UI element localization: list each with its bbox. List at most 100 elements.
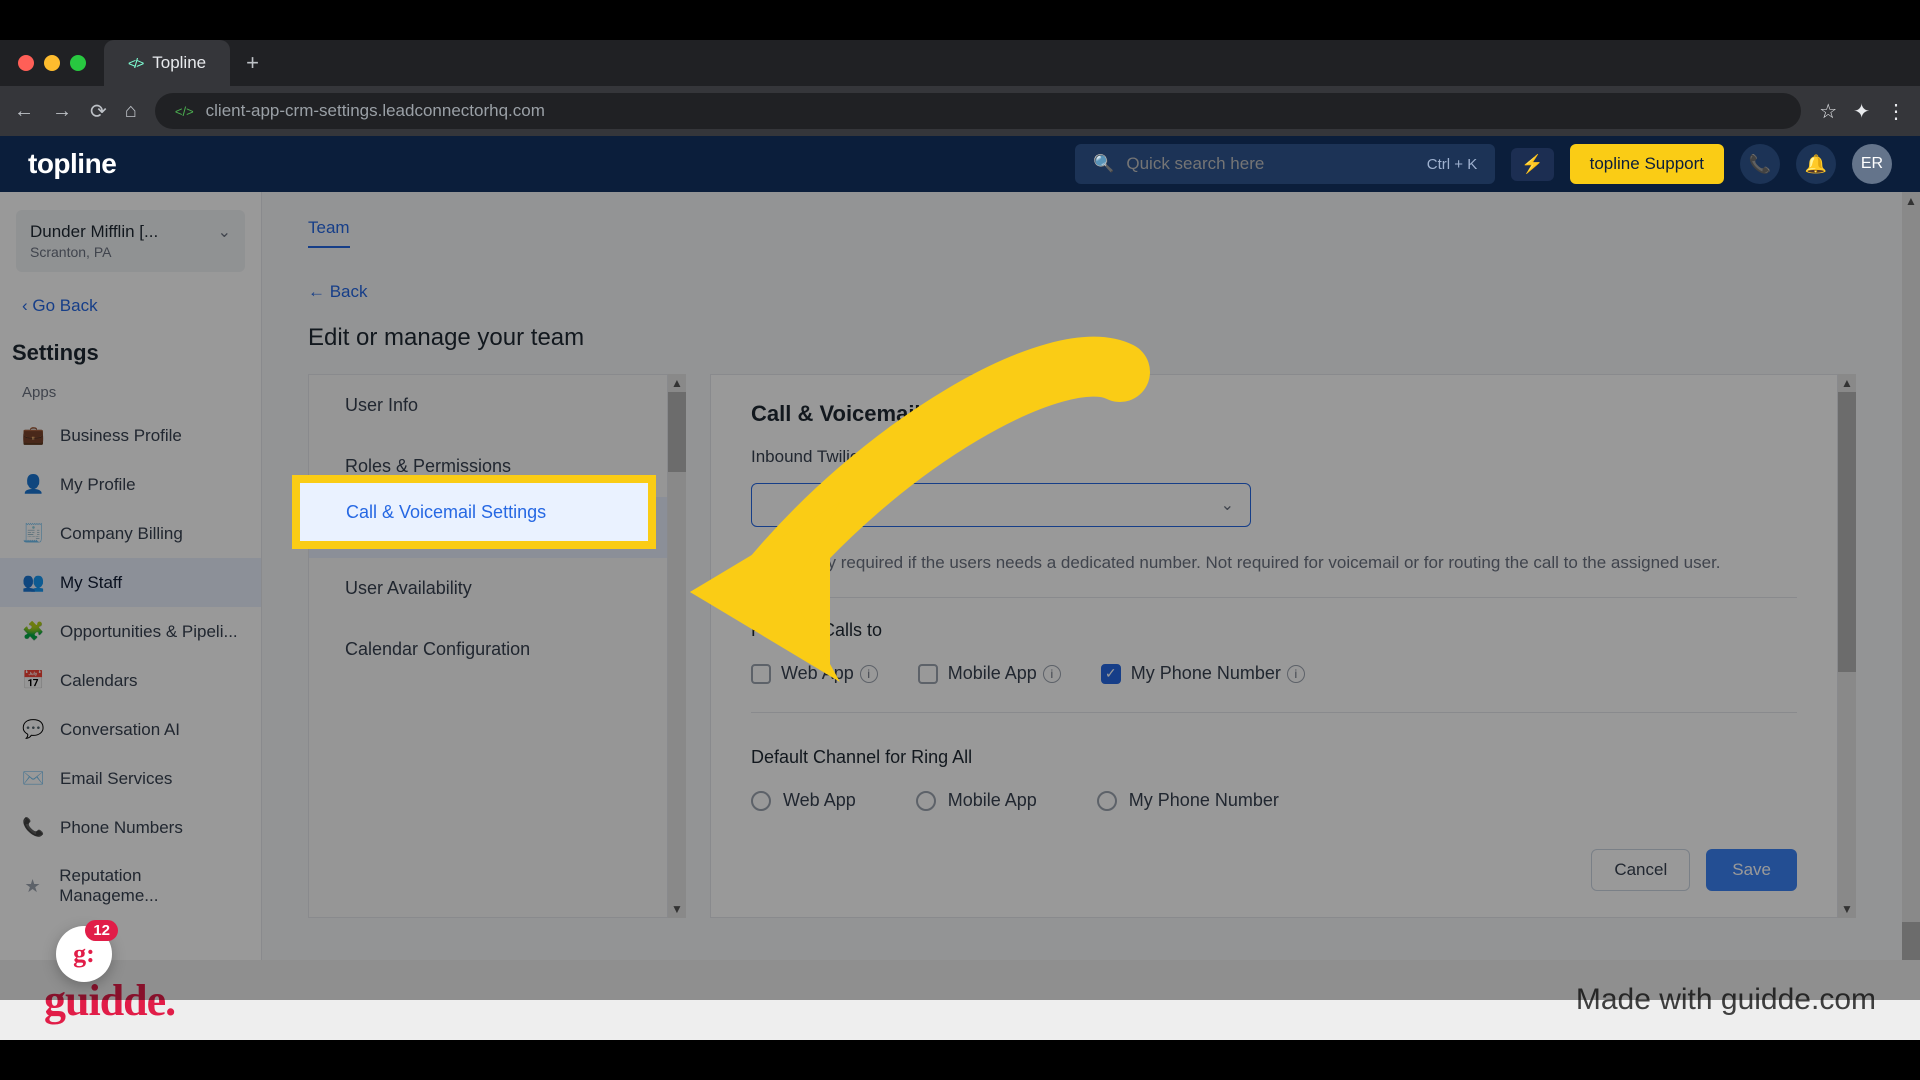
window-controls[interactable]	[0, 55, 104, 71]
info-icon[interactable]: i	[1287, 665, 1305, 683]
phone-icon[interactable]: 📞	[1740, 144, 1780, 184]
org-location: Scranton, PA	[30, 244, 231, 260]
mail-icon: ✉️	[22, 768, 44, 789]
sidebar-item-business-profile[interactable]: 💼Business Profile	[0, 411, 261, 460]
back-link[interactable]: ← Back	[308, 282, 368, 302]
reload-icon[interactable]: ⟳	[90, 99, 107, 124]
radio-icon[interactable]	[916, 791, 936, 811]
info-icon[interactable]: i	[1043, 665, 1061, 683]
default-channel-label: Default Channel for Ring All	[751, 747, 1797, 768]
footer-brand: guidde.	[44, 975, 175, 1026]
chevron-down-icon: ⌄	[1221, 495, 1234, 515]
star-icon[interactable]: ☆	[1819, 99, 1837, 124]
highlight-label: Call & Voicemail Settings	[300, 483, 648, 541]
forward-options: Web Appi Mobile Appi ✓My Phone Numberi	[751, 663, 1797, 713]
sidebar-group-label: Apps	[0, 378, 261, 411]
workspace: ⌄ Dunder Mifflin [... Scranton, PA ‹ Go …	[0, 192, 1920, 1000]
forward-webapp[interactable]: Web Appi	[751, 663, 878, 684]
checkbox-icon[interactable]	[751, 664, 771, 684]
tab-team[interactable]: Team	[308, 218, 350, 248]
new-tab-button[interactable]: +	[246, 50, 259, 76]
url-text: client-app-crm-settings.leadconnectorhq.…	[206, 101, 545, 121]
home-icon[interactable]: ⌂	[125, 100, 137, 123]
support-button[interactable]: topline Support	[1570, 144, 1724, 184]
default-channel-options: Web App Mobile App My Phone Number	[751, 790, 1797, 811]
users-icon: 👥	[22, 572, 44, 593]
pipeline-icon: 🧩	[22, 621, 44, 642]
search-input[interactable]	[1126, 154, 1414, 174]
settings-subnav: User Info Roles & Permissions Call & Voi…	[308, 374, 668, 918]
radio-icon[interactable]	[751, 791, 771, 811]
checkbox-checked-icon[interactable]: ✓	[1101, 664, 1121, 684]
global-search[interactable]: 🔍 Ctrl + K	[1075, 144, 1495, 184]
org-switcher[interactable]: ⌄ Dunder Mifflin [... Scranton, PA	[16, 210, 245, 272]
tutorial-highlight: Call & Voicemail Settings	[292, 475, 656, 549]
nav-forward-icon[interactable]: →	[52, 100, 72, 123]
shortcut-hint: Ctrl + K	[1427, 156, 1477, 173]
bell-icon[interactable]: 🔔	[1796, 144, 1836, 184]
nav-back-icon[interactable]: ←	[14, 100, 34, 123]
subnav-scrollbar[interactable]: ▲ ▼	[668, 374, 686, 918]
avatar: ER	[1852, 144, 1892, 184]
default-mobileapp[interactable]: Mobile App	[916, 790, 1037, 811]
sidebar-item-email-services[interactable]: ✉️Email Services	[0, 754, 261, 803]
browser-toolbar: ← → ⟳ ⌂ </> client-app-crm-settings.lead…	[0, 86, 1920, 136]
twilio-number-select[interactable]: ⌄	[751, 483, 1251, 527]
save-button[interactable]: Save	[1706, 849, 1797, 891]
chevron-down-icon: ⌄	[218, 222, 231, 242]
receipt-icon: 🧾	[22, 523, 44, 544]
maximize-window-icon[interactable]	[70, 55, 86, 71]
lock-icon: </>	[175, 104, 194, 119]
subnav-calendar-config[interactable]: Calendar Configuration	[309, 619, 667, 680]
sidebar-item-my-staff[interactable]: 👥My Staff	[0, 558, 261, 607]
checkbox-icon[interactable]	[918, 664, 938, 684]
sidebar-item-opportunities[interactable]: 🧩Opportunities & Pipeli...	[0, 607, 261, 656]
sidebar-section-title: Settings	[0, 330, 261, 378]
sidebar-item-calendars[interactable]: 📅Calendars	[0, 656, 261, 705]
search-icon: 🔍	[1093, 154, 1114, 174]
sidebar-item-reputation[interactable]: ★Reputation Manageme...	[0, 852, 261, 920]
panel-scrollbar[interactable]: ▲ ▼	[1838, 374, 1856, 918]
sidebar-item-company-billing[interactable]: 🧾Company Billing	[0, 509, 261, 558]
chat-icon: 💬	[22, 719, 44, 740]
sidebar-item-conversation-ai[interactable]: 💬Conversation AI	[0, 705, 261, 754]
extensions-icon[interactable]: ✦	[1853, 99, 1870, 124]
main-content: Team ← Back Edit or manage your team Use…	[262, 192, 1902, 1000]
subnav-user-availability[interactable]: User Availability	[309, 558, 667, 619]
radio-icon[interactable]	[1097, 791, 1117, 811]
subnav-user-info[interactable]: User Info	[309, 375, 667, 436]
minimize-window-icon[interactable]	[44, 55, 60, 71]
browser-tabstrip: </> Topline +	[0, 40, 1920, 86]
forward-mobileapp[interactable]: Mobile Appi	[918, 663, 1061, 684]
scroll-down-icon[interactable]: ▼	[668, 900, 686, 918]
sidebar-item-phone-numbers[interactable]: 📞Phone Numbers	[0, 803, 261, 852]
info-icon[interactable]: i	[860, 665, 878, 683]
forward-myphone[interactable]: ✓My Phone Numberi	[1101, 663, 1305, 684]
star-outline-icon: ★	[22, 876, 43, 897]
cancel-button[interactable]: Cancel	[1591, 849, 1690, 891]
notification-badge: 12	[85, 920, 118, 941]
user-icon: 👤	[22, 474, 44, 495]
browser-tab[interactable]: </> Topline	[104, 40, 230, 86]
scroll-up-icon[interactable]: ▲	[1838, 374, 1856, 392]
address-bar[interactable]: </> client-app-crm-settings.leadconnecto…	[155, 93, 1801, 129]
close-window-icon[interactable]	[18, 55, 34, 71]
page-scrollbar[interactable]: ▲ ▼	[1902, 192, 1920, 1000]
scroll-up-icon[interactable]: ▲	[668, 374, 686, 392]
settings-sidebar: ⌄ Dunder Mifflin [... Scranton, PA ‹ Go …	[0, 192, 262, 1000]
default-myphone[interactable]: My Phone Number	[1097, 790, 1279, 811]
guidde-footer: guidde. Made with guidde.com	[0, 960, 1920, 1040]
default-webapp[interactable]: Web App	[751, 790, 856, 811]
kebab-menu-icon[interactable]: ⋮	[1886, 99, 1906, 124]
calendar-icon: 📅	[22, 670, 44, 691]
sidebar-item-my-profile[interactable]: 👤My Profile	[0, 460, 261, 509]
app-header: topline 🔍 Ctrl + K ⚡ topline Support 📞 🔔…	[0, 136, 1920, 192]
scroll-up-icon[interactable]: ▲	[1902, 192, 1920, 210]
guidde-bubble[interactable]: g: 12	[56, 926, 112, 982]
footer-credit: Made with guidde.com	[1576, 983, 1876, 1017]
panel-heading: Call & Voicemail Settings	[751, 401, 1797, 427]
tab-favicon-icon: </>	[128, 55, 142, 71]
scroll-down-icon[interactable]: ▼	[1838, 900, 1856, 918]
zap-icon[interactable]: ⚡	[1511, 148, 1553, 181]
go-back-link[interactable]: ‹ Go Back	[0, 282, 261, 330]
